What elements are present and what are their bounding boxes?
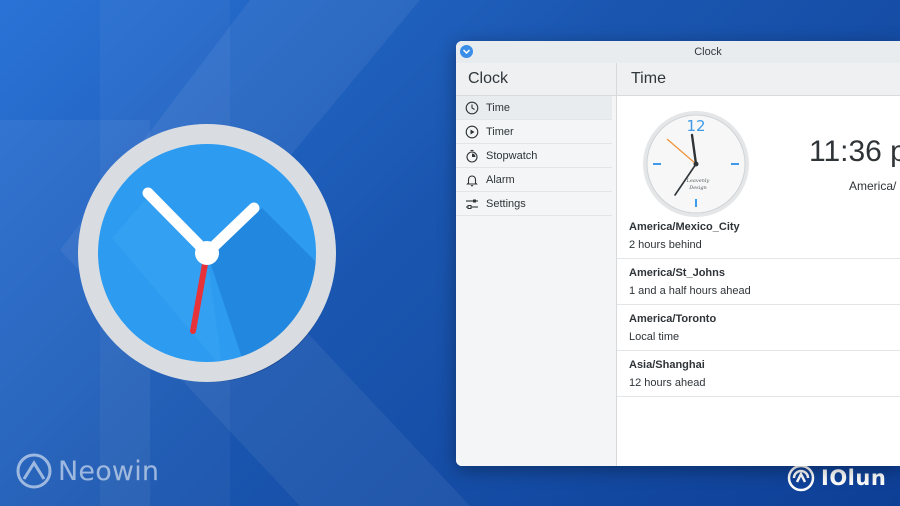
- sidebar-item-alarm[interactable]: Alarm: [456, 168, 612, 192]
- digital-time: 11:36 p: [809, 135, 900, 168]
- neowin-logo-icon: [16, 453, 52, 489]
- window-titlebar[interactable]: Clock: [456, 41, 900, 63]
- sidebar-item-label: Stopwatch: [486, 149, 538, 162]
- sidebar-item-label: Timer: [486, 125, 514, 138]
- clock-window: Clock Clock Time Timer Stopwatch Alarm S…: [456, 41, 900, 466]
- page-title: Time: [617, 63, 900, 96]
- neowin-brand-text: Neowin: [58, 455, 160, 487]
- clock-face-number: 12: [686, 117, 705, 135]
- timezone-row[interactable]: America/Toronto Local time: [617, 305, 900, 351]
- timezone-name: America/Toronto: [629, 313, 717, 325]
- timezone-name: America/Mexico_City: [629, 221, 740, 233]
- sidebar-item-label: Time: [486, 101, 511, 114]
- sidebar-item-label: Alarm: [486, 173, 515, 186]
- analog-clock: 12 Leavenly Design: [643, 111, 749, 217]
- sliders-icon: [464, 196, 480, 212]
- sidebar: Clock Time Timer Stopwatch Alarm Setting…: [456, 63, 617, 466]
- current-timezone: America/: [849, 179, 897, 193]
- iolun-brand-text: IOlun: [821, 466, 887, 490]
- neowin-watermark: Neowin: [16, 452, 159, 490]
- timezone-difference: Local time: [629, 331, 680, 343]
- timezone-difference: 1 and a half hours ahead: [629, 285, 751, 297]
- clock-brand-line2: Design: [688, 185, 707, 191]
- window-title: Clock: [694, 46, 722, 58]
- timezone-difference: 2 hours behind: [629, 239, 702, 251]
- iolun-logo-icon: [787, 464, 815, 492]
- clock-brand-line1: Leavenly: [686, 178, 710, 184]
- iolun-watermark: IOlun: [787, 463, 886, 493]
- bell-icon: [464, 172, 480, 188]
- stopwatch-icon: [464, 148, 480, 164]
- timezone-difference: 12 hours ahead: [629, 377, 706, 389]
- clock-icon: [464, 100, 480, 116]
- main-panel: Time 12 Leavenly Design 11:36 p America/: [617, 63, 900, 466]
- timezone-row[interactable]: Asia/Shanghai 12 hours ahead: [617, 351, 900, 397]
- timezone-name: America/St_Johns: [629, 267, 725, 279]
- clock-app-icon: [78, 124, 336, 382]
- timezone-list: America/Mexico_City 2 hours behind Ameri…: [617, 213, 900, 397]
- timezone-row[interactable]: America/Mexico_City 2 hours behind: [617, 213, 900, 259]
- sidebar-item-timer[interactable]: Timer: [456, 120, 612, 144]
- sidebar-title: Clock: [456, 63, 616, 96]
- sidebar-item-label: Settings: [486, 197, 526, 210]
- timer-icon: [464, 124, 480, 140]
- timezone-name: Asia/Shanghai: [629, 359, 705, 371]
- sidebar-item-time[interactable]: Time: [456, 96, 612, 120]
- timezone-row[interactable]: America/St_Johns 1 and a half hours ahea…: [617, 259, 900, 305]
- sidebar-item-settings[interactable]: Settings: [456, 192, 612, 216]
- sidebar-item-stopwatch[interactable]: Stopwatch: [456, 144, 612, 168]
